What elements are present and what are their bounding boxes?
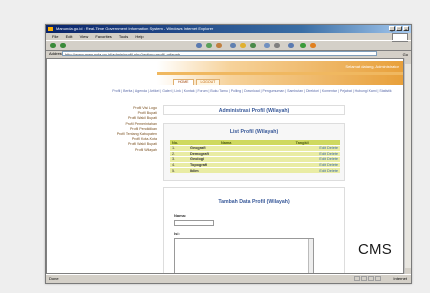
row-name: Iklim: [188, 167, 265, 173]
cms-watermark: CMS: [358, 241, 392, 258]
scroll-up-icon[interactable]: [405, 58, 411, 64]
status-segments: [354, 276, 381, 281]
search-icon[interactable]: [230, 43, 236, 48]
go-button[interactable]: Go: [403, 51, 408, 58]
form-panel-title: Tambah Data Profil (Wilayah): [218, 199, 290, 205]
site-tabs: HOME LOGOUT: [173, 79, 221, 85]
content-textarea[interactable]: [174, 238, 314, 273]
window-controls: _ □ ×: [389, 26, 409, 32]
menu-help[interactable]: Help: [135, 34, 143, 39]
form-panel: Tambah Data Profil (Wilayah) Nama: Isi:: [163, 187, 345, 273]
menu-file[interactable]: File: [52, 34, 58, 39]
page-content: Selamat datang, Administrator HOME LOGOU…: [46, 58, 404, 274]
row-number: 5.: [170, 167, 188, 173]
messenger-icon[interactable]: [300, 43, 306, 48]
name-label: Nama:: [174, 213, 187, 218]
menu-view[interactable]: View: [80, 34, 89, 39]
history-icon[interactable]: [250, 43, 256, 48]
ie-icon: [48, 27, 53, 31]
maximize-button[interactable]: □: [396, 26, 402, 32]
header-strip: [157, 72, 403, 75]
minimize-button[interactable]: _: [389, 26, 395, 32]
address-input[interactable]: http://www.manunda.go.id/admin/profil.ph…: [62, 51, 377, 56]
admin-panel: Administrasi Profil (Wilayah): [163, 105, 345, 115]
profile-table: No. Nama Tangkil 1. Geografi Edit Delete…: [170, 140, 340, 173]
table-row: 5. Iklim Edit Delete: [170, 167, 340, 173]
header-welcome-text: Selamat datang, Administrator: [345, 64, 399, 69]
menu-edit[interactable]: Edit: [66, 34, 73, 39]
menu-favorites[interactable]: Favorites: [95, 34, 111, 39]
tab-home[interactable]: HOME: [173, 79, 194, 85]
status-zone: Internet: [393, 276, 407, 281]
menu-bar: File Edit View Favorites Tools Help: [46, 33, 411, 40]
sidebar-item[interactable]: Profil Wilayah: [105, 148, 157, 153]
admin-panel-title: Administrasi Profil (Wilayah): [218, 108, 290, 114]
mail-icon[interactable]: [264, 43, 270, 48]
name-input[interactable]: [174, 220, 214, 226]
address-bar: Address http://www.manunda.go.id/admin/p…: [46, 50, 411, 57]
content-label: Isi:: [174, 231, 180, 236]
status-bar: Done Internet: [46, 274, 411, 283]
browser-window: Manunda.go.id : Real-Time Government Inf…: [45, 24, 412, 284]
textarea-scrollbar[interactable]: [308, 239, 313, 273]
list-panel-title: List Profil (Wilayah): [229, 129, 279, 135]
forward-icon[interactable]: [60, 43, 66, 48]
close-button[interactable]: ×: [403, 26, 409, 32]
status-text: Done: [49, 276, 59, 281]
media-icon[interactable]: [310, 43, 316, 48]
edit-icon[interactable]: [288, 43, 294, 48]
refresh-icon[interactable]: [206, 43, 212, 48]
back-icon[interactable]: [50, 43, 56, 48]
home-icon[interactable]: [216, 43, 222, 48]
page-scrollbar[interactable]: [404, 58, 411, 274]
tab-logout[interactable]: LOGOUT: [195, 79, 221, 85]
menu-tools[interactable]: Tools: [119, 34, 128, 39]
row-actions[interactable]: Edit Delete: [264, 167, 340, 173]
main-nav-links[interactable]: Profil | Berita | Agenda | Artikel | Gal…: [107, 89, 397, 94]
sidebar-menu: Profil Visi Logo Profil Bupati Profil Wa…: [105, 106, 157, 153]
favorites-icon[interactable]: [240, 43, 246, 48]
print-icon[interactable]: [274, 43, 280, 48]
list-panel: List Profil (Wilayah) No. Nama Tangkil 1…: [163, 123, 345, 181]
stop-icon[interactable]: [196, 43, 202, 48]
window-titlebar: Manunda.go.id : Real-Time Government Inf…: [46, 25, 411, 33]
window-title: Manunda.go.id : Real-Time Government Inf…: [56, 26, 214, 31]
